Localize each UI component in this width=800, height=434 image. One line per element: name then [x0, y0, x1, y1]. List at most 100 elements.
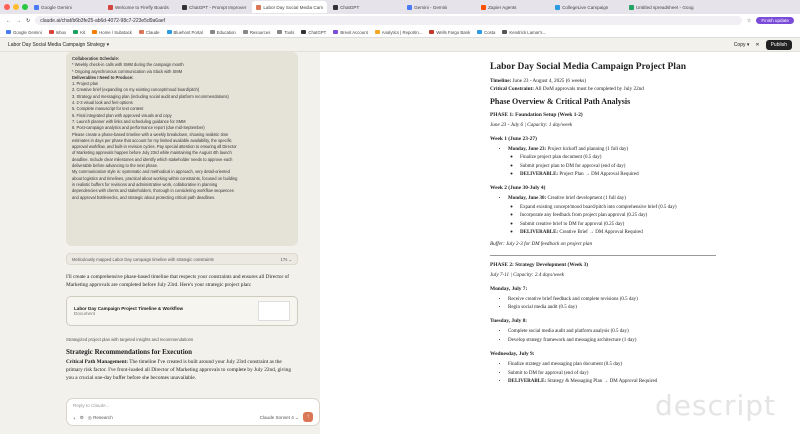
task-item: Receive creative brief feedback and comp… [508, 296, 800, 304]
url-input[interactable]: claude.ai/chat/b6b3fe25-ab6d-4072-98c7-2… [35, 16, 742, 25]
browser-tab[interactable]: ChatGPT [329, 1, 401, 13]
message-composer[interactable]: Reply to Claude... + ⚙ ◎ Research Claude… [66, 398, 320, 426]
browser-tab[interactable]: CollegeLive Campaign [551, 1, 623, 13]
tab-label: ChatGPT - Prompt Improver [189, 4, 247, 10]
deliverable-item: DELIVERABLE: Project Plan → DM Approval … [520, 171, 800, 179]
phase1-meta: June 23 - July 6 | Capacity: 1 day/week [490, 122, 573, 129]
reload-icon[interactable]: ↻ [26, 18, 30, 24]
window-controls[interactable] [4, 4, 28, 10]
bookmark-label: Analytics | Reportin... [381, 29, 423, 35]
bookmark-item[interactable]: Google Gemini [6, 30, 42, 35]
bookmark-icon [73, 30, 79, 34]
bookmark-item[interactable]: Home / Substack [92, 30, 132, 35]
settings-icon[interactable]: ⚙ [80, 415, 84, 421]
add-icon[interactable]: + [73, 416, 76, 421]
research-button[interactable]: ◎ Research [88, 415, 113, 421]
browser-tab[interactable]: Untitled spreadsheet - Goog [625, 1, 697, 13]
subtask-item: Submit creative brief to DM for approval… [520, 221, 800, 229]
bookmark-label: Wells Fargo Bank [436, 29, 471, 35]
bookmark-item[interactable]: Bluehost Portal [166, 29, 203, 35]
back-icon[interactable]: ← [6, 18, 11, 24]
minimize-window-icon[interactable] [13, 4, 19, 10]
bookmark-icon [6, 30, 11, 34]
forward-icon[interactable]: → [16, 18, 21, 24]
week2-list: Monday, June 30: Creative brief developm… [508, 195, 800, 237]
composer-placeholder: Reply to Claude... [73, 403, 110, 408]
bookmark-icon [477, 30, 483, 34]
bookmark-icon [166, 30, 172, 34]
artifact-card[interactable]: Labor Day Campaign Project Timeline & Wo… [66, 296, 298, 326]
browser-tab[interactable]: Labor Day Social Media Cam [252, 1, 328, 13]
bookmark-item[interactable]: Costa [477, 30, 495, 35]
bookmark-item[interactable]: Tools [277, 30, 294, 35]
close-window-icon[interactable] [4, 4, 10, 10]
deliverable-text: Creative Brief → DM Approval Required [558, 230, 643, 236]
artifact-thumbnail [258, 301, 290, 321]
artifact-type: Document [74, 311, 95, 316]
schedule-item: Monday, June 30: Creative brief developm… [508, 195, 800, 237]
tab-label: Gemini - Gemini [414, 4, 448, 10]
bookmark-item[interactable]: Wells Fargo Bank [429, 30, 470, 35]
maximize-window-icon[interactable] [22, 4, 28, 10]
browser-tab[interactable]: ChatGPT - Prompt Improver [178, 1, 250, 13]
bookmark-item[interactable]: Kendrick Lamar's... [502, 30, 546, 35]
bookmark-icon [242, 30, 248, 34]
copy-button[interactable]: Copy ▾ [734, 42, 750, 48]
bookmark-label: Claude [145, 29, 160, 35]
deliverable-text: Project Plan → DM Approval Required [558, 172, 639, 177]
subtask-item: Finalize project plan document (0.5 day) [520, 154, 800, 162]
thinking-summary-2[interactable]: Strategized project plan with targeted i… [66, 333, 298, 345]
conversation-title[interactable]: Labor Day Social Media Campaign Strategy… [8, 42, 109, 48]
subtask-item: Expand existing concept/mood board/pitch… [520, 204, 800, 212]
browser-tab[interactable]: Zapier Agents [477, 1, 549, 13]
subtask-item: Submit project plan to DM for approval (… [520, 163, 800, 171]
bookmark-label: Tools [284, 29, 295, 35]
task-item: Begin social media audit (0.5 day) [508, 304, 800, 312]
wednesday-list: Finalize strategy and messaging plan doc… [508, 361, 800, 386]
browser-tab-bar: Google Gemini Welcome to Firefly Boards Ch… [0, 0, 800, 14]
address-bar-row: ← → ↻ claude.ai/chat/b6b3fe25-ab6d-4072-… [0, 14, 800, 27]
bookmark-item[interactable]: Education [209, 30, 236, 35]
schedule-subtasks: Finalize project plan document (0.5 day)… [520, 154, 800, 179]
doc-title: Labor Day Social Media Campaign Project … [490, 62, 686, 72]
bookmark-label: Kit [80, 29, 86, 35]
strategy-section: Strategic Recommendations for Execution … [66, 348, 298, 382]
bookmark-label: Bluehost Portal [173, 29, 203, 35]
close-artifact-icon[interactable]: ✕ [755, 42, 759, 48]
deliverable-label: DELIVERABLE: [520, 230, 559, 236]
subtask-item: Incorporate any feedback from project pl… [520, 212, 800, 220]
bookmark-item[interactable]: ChatGPT [301, 30, 326, 35]
bookmark-item[interactable]: Kit [73, 30, 85, 35]
bookmark-item[interactable]: Analytics | Reportin... [374, 29, 423, 35]
tuesday-list: Complete social media audit and platform… [508, 328, 800, 345]
schedule-item: Monday, June 23: Project kickoff and pla… [508, 146, 800, 180]
bookmark-icon [138, 30, 144, 34]
week1-list: Monday, June 23: Project kickoff and pla… [508, 146, 800, 180]
bookmark-label: Home / Substack [99, 29, 132, 35]
browser-tab[interactable]: Gemini - Gemini [403, 1, 475, 13]
user-message: Collaboration Schedule: * Weekly check-in… [66, 52, 298, 246]
model-selector[interactable]: Claude Sonnet 4 ⌄ [260, 415, 299, 421]
star-icon[interactable]: ☆ [747, 18, 751, 24]
tab-favicon-icon [256, 4, 262, 10]
thinking2-label: Strategized project plan with targeted i… [66, 336, 194, 342]
tab-favicon-icon [333, 4, 339, 10]
url-text: claude.ai/chat/b6b3fe25-ab6d-4072-98c7-2… [40, 17, 166, 24]
bookmark-item[interactable]: Resources [242, 30, 270, 35]
phase1-heading: PHASE 1: Foundation Setup (Week 1-2) [490, 112, 583, 119]
monday-heading: Monday, July 7: [490, 285, 528, 292]
bookmark-item[interactable]: Inbox [48, 30, 66, 35]
tab-favicon-icon [182, 4, 187, 10]
divider [490, 255, 716, 257]
bookmark-icon [301, 30, 307, 34]
thinking-summary[interactable]: Meticulously mapped Labor Day campaign t… [66, 253, 298, 265]
bookmark-item[interactable]: Claude [138, 29, 160, 35]
watermark: descript [654, 389, 776, 422]
browser-tab[interactable]: Welcome to Firefly Boards [104, 1, 176, 13]
bookmark-item[interactable]: Brevit Account [333, 30, 368, 35]
publish-button[interactable]: Publish [765, 39, 792, 50]
send-button[interactable]: ↑ [303, 412, 313, 422]
finish-update-button[interactable]: Finish update [756, 17, 794, 24]
browser-tab[interactable]: Google Gemini [30, 1, 102, 13]
phase2-meta: July 7-11 | Capacity: 2.4 days/week [490, 272, 564, 279]
